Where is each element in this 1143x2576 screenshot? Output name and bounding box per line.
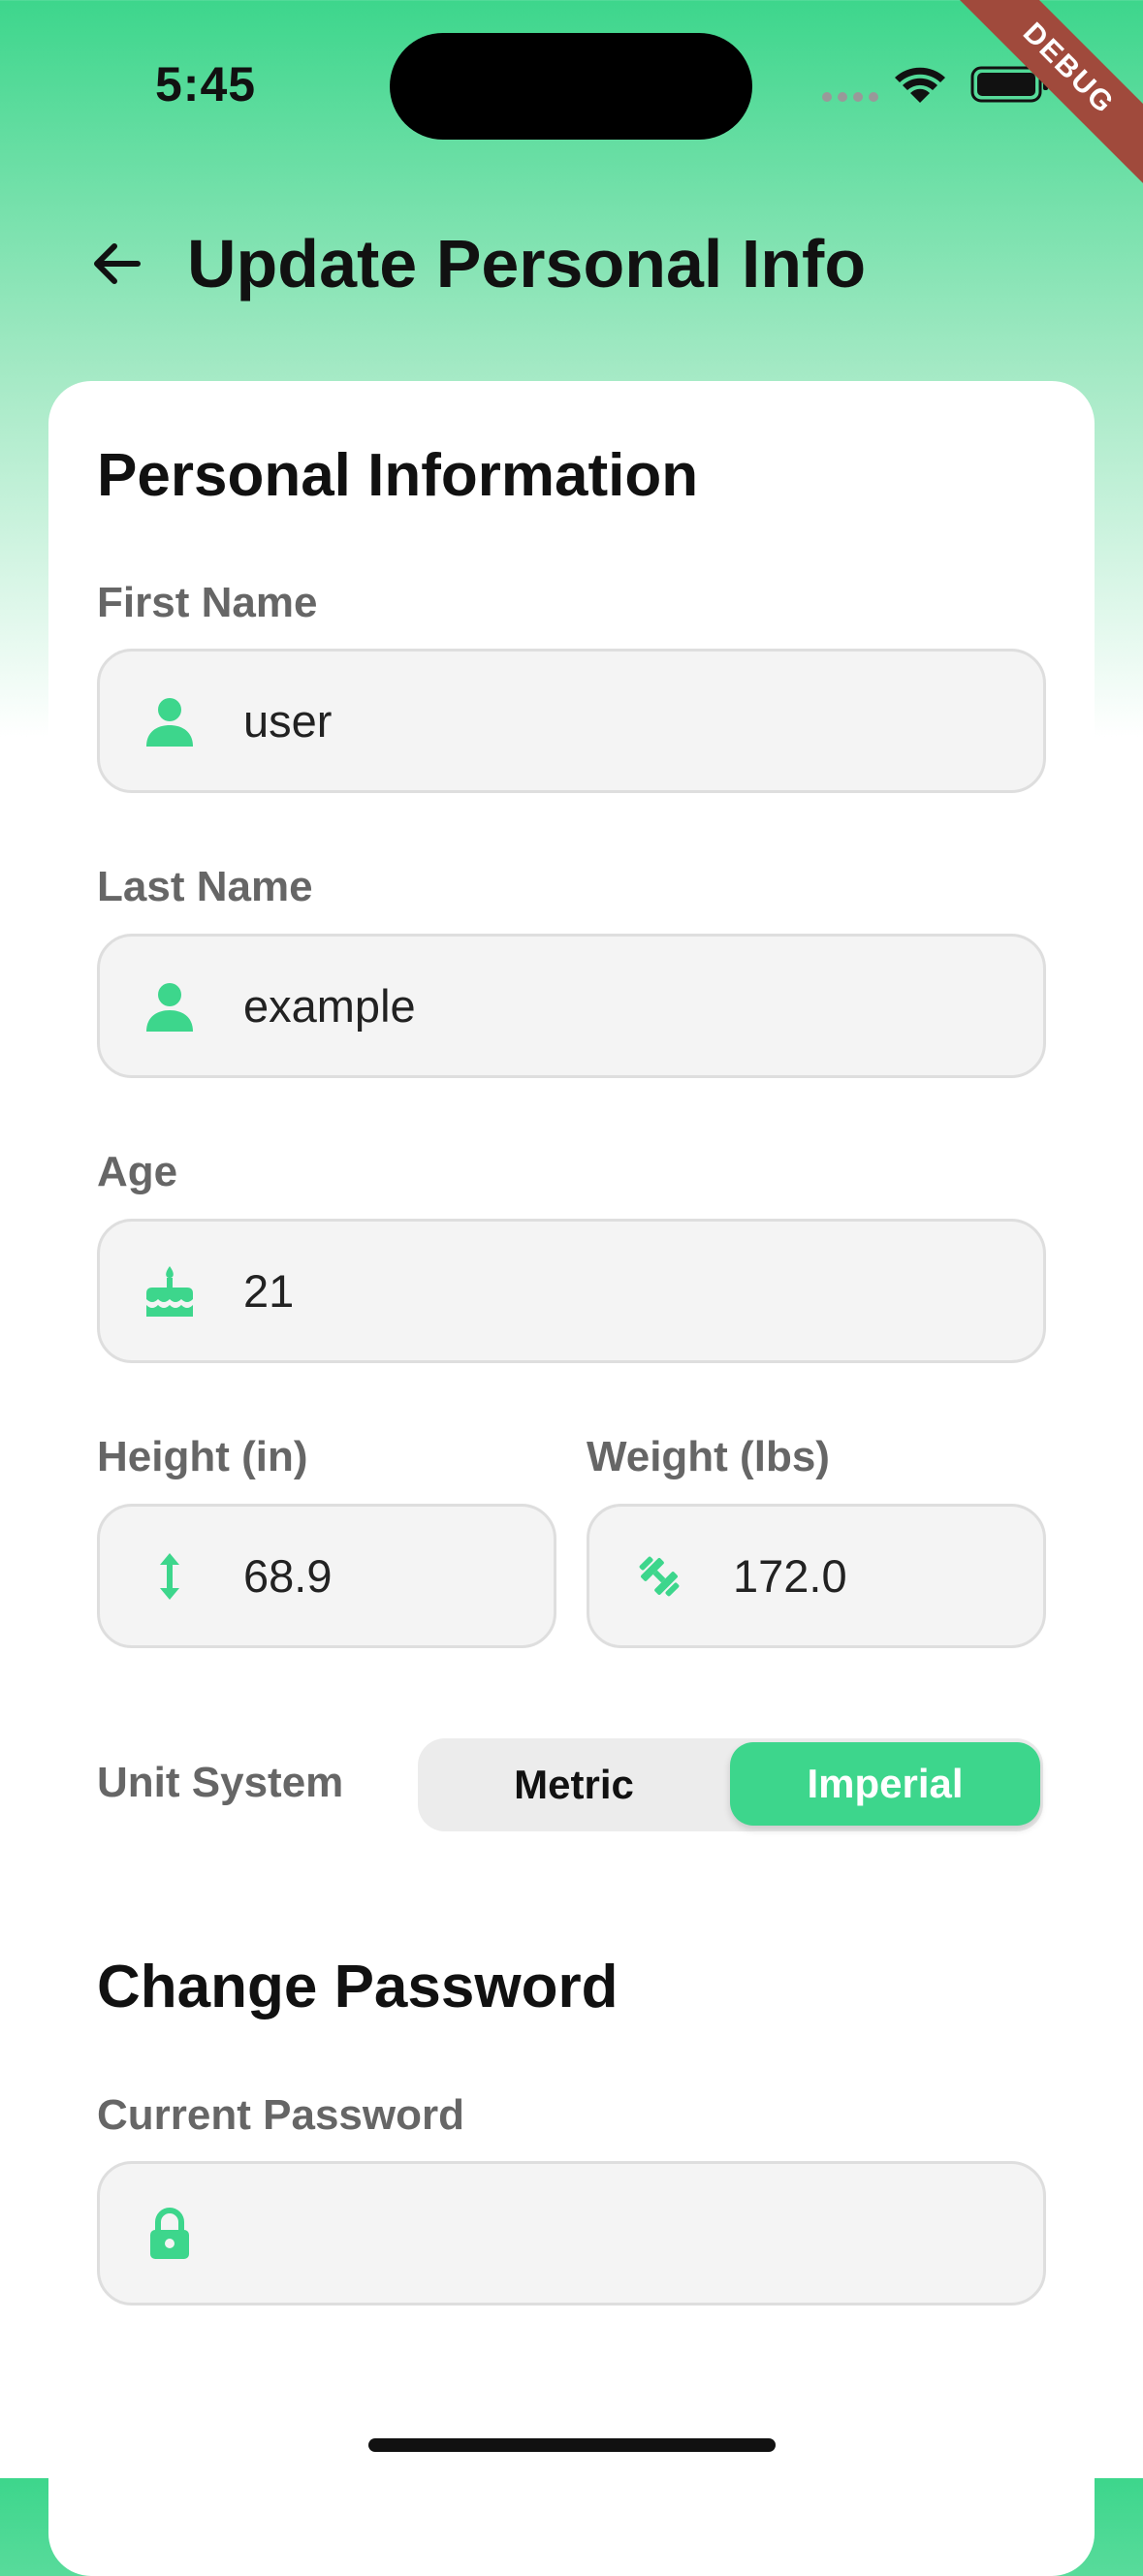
arrow-left-icon[interactable] [89,237,143,291]
personal-info-title: Personal Information [97,442,699,509]
first-name-field[interactable]: user [97,649,1046,793]
home-indicator-area [0,2377,1143,2478]
person-icon [146,697,193,747]
first-name-value: user [243,695,333,747]
last-name-field[interactable]: example [97,934,1046,1078]
last-name-label: Last Name [97,863,313,910]
lock-icon [150,2207,189,2259]
weight-value: 172.0 [733,1550,847,1602]
height-value: 68.9 [243,1550,333,1602]
status-icons [822,66,1048,103]
age-field[interactable]: 21 [97,1219,1046,1363]
cake-icon [146,1265,193,1317]
dumbbell-icon [639,1556,680,1596]
weight-field[interactable]: 172.0 [587,1504,1046,1648]
change-password-title: Change Password [97,1954,619,2020]
height-label: Height (in) [97,1433,308,1480]
dynamic-island [390,33,752,140]
age-label: Age [97,1148,178,1195]
unit-system-label: Unit System [97,1759,344,1806]
page-title: Update Personal Info [187,226,867,302]
cellular-signal-icon [822,92,878,102]
wifi-icon [895,67,945,103]
first-name-label: First Name [97,579,318,626]
vertical-arrows-icon [160,1552,179,1600]
current-password-label: Current Password [97,2091,464,2139]
current-password-field[interactable] [97,2161,1046,2306]
height-field[interactable]: 68.9 [97,1504,556,1648]
unit-imperial-option[interactable]: Imperial [730,1742,1040,1826]
weight-label: Weight (lbs) [587,1433,830,1480]
person-icon [146,982,193,1032]
status-time: 5:45 [155,57,257,111]
home-indicator[interactable] [368,2438,776,2452]
unit-metric-option[interactable]: Metric [418,1738,730,1831]
age-value: 21 [243,1265,295,1317]
last-name-value: example [243,980,416,1032]
